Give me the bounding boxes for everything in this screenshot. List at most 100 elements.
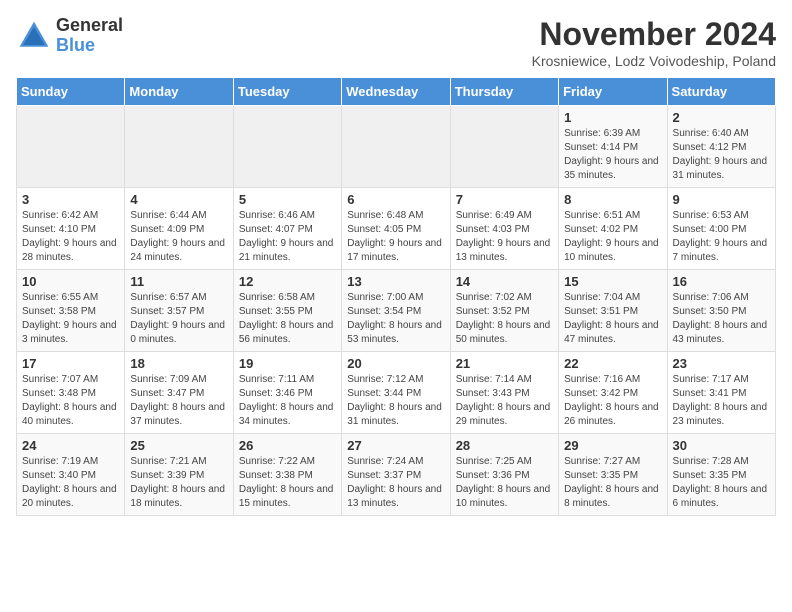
day-info: Sunrise: 7:00 AM Sunset: 3:54 PM Dayligh… (347, 291, 444, 347)
day-info: Sunrise: 7:17 AM Sunset: 3:41 PM Dayligh… (673, 373, 770, 429)
day-number: 19 (239, 356, 336, 371)
logo-icon (16, 18, 52, 54)
day-info: Sunrise: 7:21 AM Sunset: 3:39 PM Dayligh… (130, 455, 227, 511)
weekday-header-thursday: Thursday (450, 78, 558, 106)
weekday-header-wednesday: Wednesday (342, 78, 450, 106)
day-info: Sunrise: 7:27 AM Sunset: 3:35 PM Dayligh… (564, 455, 661, 511)
day-number: 17 (22, 356, 119, 371)
page-header: General Blue November 2024 Krosniewice, … (16, 16, 776, 69)
calendar-cell: 30 Sunrise: 7:28 AM Sunset: 3:35 PM Dayli… (667, 434, 775, 516)
logo-blue: Blue (56, 36, 123, 56)
calendar-cell: 25 Sunrise: 7:21 AM Sunset: 3:39 PM Dayli… (125, 434, 233, 516)
week-row-1: 3 Sunrise: 6:42 AM Sunset: 4:10 PM Daylig… (17, 188, 776, 270)
day-number: 7 (456, 192, 553, 207)
calendar-cell: 10 Sunrise: 6:55 AM Sunset: 3:58 PM Dayli… (17, 270, 125, 352)
day-info: Sunrise: 7:16 AM Sunset: 3:42 PM Dayligh… (564, 373, 661, 429)
day-number: 9 (673, 192, 770, 207)
weekday-header-tuesday: Tuesday (233, 78, 341, 106)
day-number: 25 (130, 438, 227, 453)
day-number: 29 (564, 438, 661, 453)
day-number: 2 (673, 110, 770, 125)
day-number: 10 (22, 274, 119, 289)
logo: General Blue (16, 16, 123, 56)
day-number: 27 (347, 438, 444, 453)
weekday-header-saturday: Saturday (667, 78, 775, 106)
week-row-4: 24Sunrise: 7:19 AM Sunset: 3:40 PM Dayli… (17, 434, 776, 516)
calendar-table: SundayMondayTuesdayWednesdayThursdayFrid… (16, 77, 776, 516)
calendar-cell: 2 Sunrise: 6:40 AM Sunset: 4:12 PM Daylig… (667, 106, 775, 188)
day-info: Sunrise: 7:24 AM Sunset: 3:37 PM Dayligh… (347, 455, 444, 511)
day-info: Sunrise: 7:02 AM Sunset: 3:52 PM Dayligh… (456, 291, 553, 347)
day-info: Sunrise: 6:48 AM Sunset: 4:05 PM Dayligh… (347, 209, 444, 265)
calendar-cell: 7 Sunrise: 6:49 AM Sunset: 4:03 PM Daylig… (450, 188, 558, 270)
day-info: Sunrise: 7:06 AM Sunset: 3:50 PM Dayligh… (673, 291, 770, 347)
calendar-cell: 6Sunrise: 6:48 AM Sunset: 4:05 PM Daylig… (342, 188, 450, 270)
calendar-cell (450, 106, 558, 188)
day-number: 11 (130, 274, 227, 289)
calendar-cell: 20Sunrise: 7:12 AM Sunset: 3:44 PM Dayli… (342, 352, 450, 434)
week-row-2: 10 Sunrise: 6:55 AM Sunset: 3:58 PM Dayli… (17, 270, 776, 352)
day-number: 14 (456, 274, 553, 289)
day-number: 22 (564, 356, 661, 371)
day-number: 1 (564, 110, 661, 125)
day-number: 12 (239, 274, 336, 289)
day-info: Sunrise: 6:58 AM Sunset: 3:55 PM Dayligh… (239, 291, 336, 347)
calendar-cell: 24Sunrise: 7:19 AM Sunset: 3:40 PM Dayli… (17, 434, 125, 516)
day-info: Sunrise: 7:04 AM Sunset: 3:51 PM Dayligh… (564, 291, 661, 347)
location-subtitle: Krosniewice, Lodz Voivodeship, Poland (532, 53, 776, 69)
calendar-cell: 23Sunrise: 7:17 AM Sunset: 3:41 PM Dayli… (667, 352, 775, 434)
day-info: Sunrise: 6:42 AM Sunset: 4:10 PM Dayligh… (22, 209, 119, 265)
day-number: 26 (239, 438, 336, 453)
calendar-cell: 27 Sunrise: 7:24 AM Sunset: 3:37 PM Dayli… (342, 434, 450, 516)
calendar-header: SundayMondayTuesdayWednesdayThursdayFrid… (17, 78, 776, 106)
day-info: Sunrise: 7:28 AM Sunset: 3:35 PM Dayligh… (673, 455, 770, 511)
calendar-cell (342, 106, 450, 188)
calendar-cell: 4Sunrise: 6:44 AM Sunset: 4:09 PM Daylig… (125, 188, 233, 270)
day-info: Sunrise: 7:14 AM Sunset: 3:43 PM Dayligh… (456, 373, 553, 429)
calendar-cell (17, 106, 125, 188)
day-number: 30 (673, 438, 770, 453)
day-info: Sunrise: 7:09 AM Sunset: 3:47 PM Dayligh… (130, 373, 227, 429)
day-number: 3 (22, 192, 119, 207)
day-number: 18 (130, 356, 227, 371)
day-info: Sunrise: 6:40 AM Sunset: 4:12 PM Dayligh… (673, 127, 770, 183)
calendar-body: 1 Sunrise: 6:39 AM Sunset: 4:14 PM Daylig… (17, 106, 776, 516)
calendar-cell: 9Sunrise: 6:53 AM Sunset: 4:00 PM Daylig… (667, 188, 775, 270)
day-number: 16 (673, 274, 770, 289)
day-info: Sunrise: 6:49 AM Sunset: 4:03 PM Dayligh… (456, 209, 553, 265)
calendar-cell: 13 Sunrise: 7:00 AM Sunset: 3:54 PM Dayli… (342, 270, 450, 352)
weekday-header-row: SundayMondayTuesdayWednesdayThursdayFrid… (17, 78, 776, 106)
day-info: Sunrise: 6:51 AM Sunset: 4:02 PM Dayligh… (564, 209, 661, 265)
day-info: Sunrise: 7:19 AM Sunset: 3:40 PM Dayligh… (22, 455, 119, 511)
day-info: Sunrise: 6:46 AM Sunset: 4:07 PM Dayligh… (239, 209, 336, 265)
calendar-cell: 17 Sunrise: 7:07 AM Sunset: 3:48 PM Dayli… (17, 352, 125, 434)
day-number: 15 (564, 274, 661, 289)
day-number: 5 (239, 192, 336, 207)
calendar-cell: 3 Sunrise: 6:42 AM Sunset: 4:10 PM Daylig… (17, 188, 125, 270)
title-block: November 2024 Krosniewice, Lodz Voivodes… (532, 16, 776, 69)
weekday-header-friday: Friday (559, 78, 667, 106)
week-row-3: 17 Sunrise: 7:07 AM Sunset: 3:48 PM Dayli… (17, 352, 776, 434)
day-number: 13 (347, 274, 444, 289)
calendar-cell (233, 106, 341, 188)
calendar-cell: 29 Sunrise: 7:27 AM Sunset: 3:35 PM Dayli… (559, 434, 667, 516)
day-info: Sunrise: 7:22 AM Sunset: 3:38 PM Dayligh… (239, 455, 336, 511)
calendar-cell: 5 Sunrise: 6:46 AM Sunset: 4:07 PM Daylig… (233, 188, 341, 270)
week-row-0: 1 Sunrise: 6:39 AM Sunset: 4:14 PM Daylig… (17, 106, 776, 188)
weekday-header-monday: Monday (125, 78, 233, 106)
calendar-cell: 12 Sunrise: 6:58 AM Sunset: 3:55 PM Dayli… (233, 270, 341, 352)
calendar-cell: 15 Sunrise: 7:04 AM Sunset: 3:51 PM Dayli… (559, 270, 667, 352)
calendar-cell: 28Sunrise: 7:25 AM Sunset: 3:36 PM Dayli… (450, 434, 558, 516)
calendar-cell: 18 Sunrise: 7:09 AM Sunset: 3:47 PM Dayli… (125, 352, 233, 434)
day-info: Sunrise: 6:55 AM Sunset: 3:58 PM Dayligh… (22, 291, 119, 347)
calendar-cell: 11 Sunrise: 6:57 AM Sunset: 3:57 PM Dayli… (125, 270, 233, 352)
day-number: 8 (564, 192, 661, 207)
calendar-cell: 21 Sunrise: 7:14 AM Sunset: 3:43 PM Dayli… (450, 352, 558, 434)
day-number: 4 (130, 192, 227, 207)
day-info: Sunrise: 7:11 AM Sunset: 3:46 PM Dayligh… (239, 373, 336, 429)
logo-text: General Blue (56, 16, 123, 56)
day-info: Sunrise: 6:39 AM Sunset: 4:14 PM Dayligh… (564, 127, 661, 183)
day-number: 21 (456, 356, 553, 371)
day-info: Sunrise: 6:57 AM Sunset: 3:57 PM Dayligh… (130, 291, 227, 347)
day-info: Sunrise: 7:07 AM Sunset: 3:48 PM Dayligh… (22, 373, 119, 429)
